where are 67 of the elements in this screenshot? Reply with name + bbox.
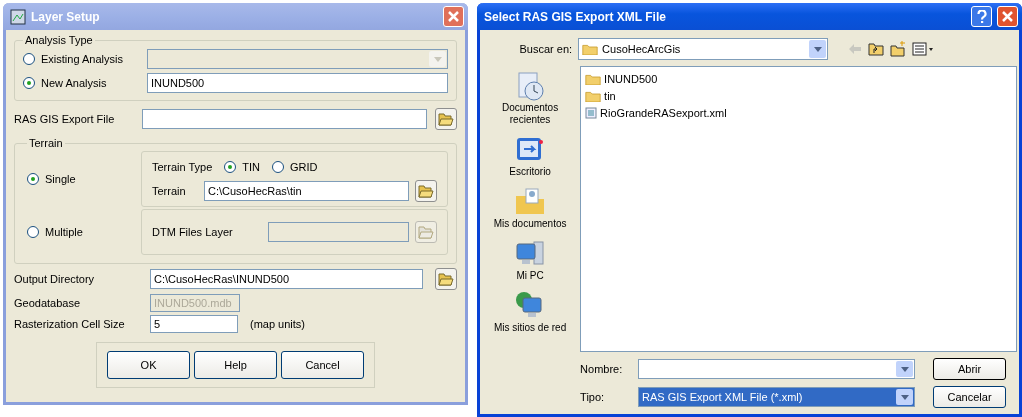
file-type-dropdown[interactable]: RAS GIS Export XML File (*.xml) [638,387,916,407]
radio-button[interactable]: TIN [224,161,261,173]
dropdown-arrow-icon [900,366,909,372]
dropdown-arrow-icon [813,46,822,52]
place-label[interactable]: Documentos recientes [486,102,575,126]
new-folder-icon[interactable] [890,41,907,57]
window-title: Select RAS GIS Export XML File [484,9,667,24]
field-label: RAS GIS Export File [14,113,116,125]
close-icon [448,11,460,22]
file-item[interactable]: RioGrandeRASexport.xml [600,107,727,119]
field-label: Terrain Type [152,161,213,173]
radio-button[interactable]: Single [27,173,135,185]
dialog-button[interactable]: OK [107,351,191,379]
unit-label: (map units) [250,318,306,330]
folder-icon [585,72,602,86]
dropdown-arrow-icon [900,394,909,400]
field-label: Tipo: [580,391,606,403]
dialog-button[interactable]: Cancel [281,351,365,379]
radio-button[interactable]: GRID [272,161,318,173]
close-icon [1002,11,1013,22]
field-label: Geodatabase [14,297,82,309]
open-folder-icon [438,272,455,286]
help-icon [976,10,987,23]
browse-button[interactable] [435,108,458,130]
analysis-name-field[interactable]: INUND500 [147,73,449,93]
view-menu-icon[interactable] [912,42,935,56]
file-item[interactable]: INUND500 [604,73,658,85]
field-label: Nombre: [580,363,624,375]
place-label[interactable]: Mis sitios de red [493,322,567,334]
group-title: Analysis Type [24,34,94,46]
place-label[interactable]: Mis documentos [493,218,567,230]
browse-button[interactable] [415,180,438,202]
open-folder-icon [418,184,435,198]
help-button[interactable] [971,6,992,27]
browse-button[interactable] [435,268,458,290]
dropdown-arrow-icon [433,56,442,62]
close-button[interactable] [443,6,465,27]
terrain-field[interactable]: C:\CusoHecRas\tin [204,181,410,201]
open-folder-icon [438,112,455,126]
file-name-dropdown[interactable] [638,359,916,379]
output-directory-field[interactable]: C:\CusoHecRas\INUND500 [150,269,424,289]
app-icon [10,8,26,25]
dialog-button[interactable]: Help [194,351,278,379]
radio-button[interactable]: Multiple [27,226,135,238]
cell-size-field[interactable]: 5 [150,315,238,333]
field-label: Output Directory [14,273,96,285]
radio-button[interactable]: Existing Analysis [23,53,141,65]
place-label[interactable]: Mi PC [516,270,544,282]
up-folder-icon[interactable] [868,42,885,56]
folder-icon [582,42,599,56]
close-button[interactable] [997,6,1018,27]
file-item[interactable]: tin [604,90,616,102]
look-in-dropdown[interactable]: CusoHecArcGis [578,38,829,60]
field-label: DTM Files Layer [152,226,234,238]
export-file-field[interactable] [142,109,428,129]
folder-icon [585,89,602,103]
group-title: Terrain [28,137,64,149]
dialog-button[interactable]: Abrir [933,358,1007,380]
open-folder-icon [418,225,435,239]
radio-button[interactable]: New Analysis [23,77,141,89]
place-label[interactable]: Escritorio [509,166,551,178]
field-label: Terrain [152,185,187,197]
dialog-button[interactable]: Cancelar [933,386,1007,408]
xml-file-icon [585,107,598,119]
window-title: Layer Setup [31,9,101,24]
field-label: Buscar en: [518,43,573,55]
field-label: Rasterization Cell Size [14,318,126,330]
